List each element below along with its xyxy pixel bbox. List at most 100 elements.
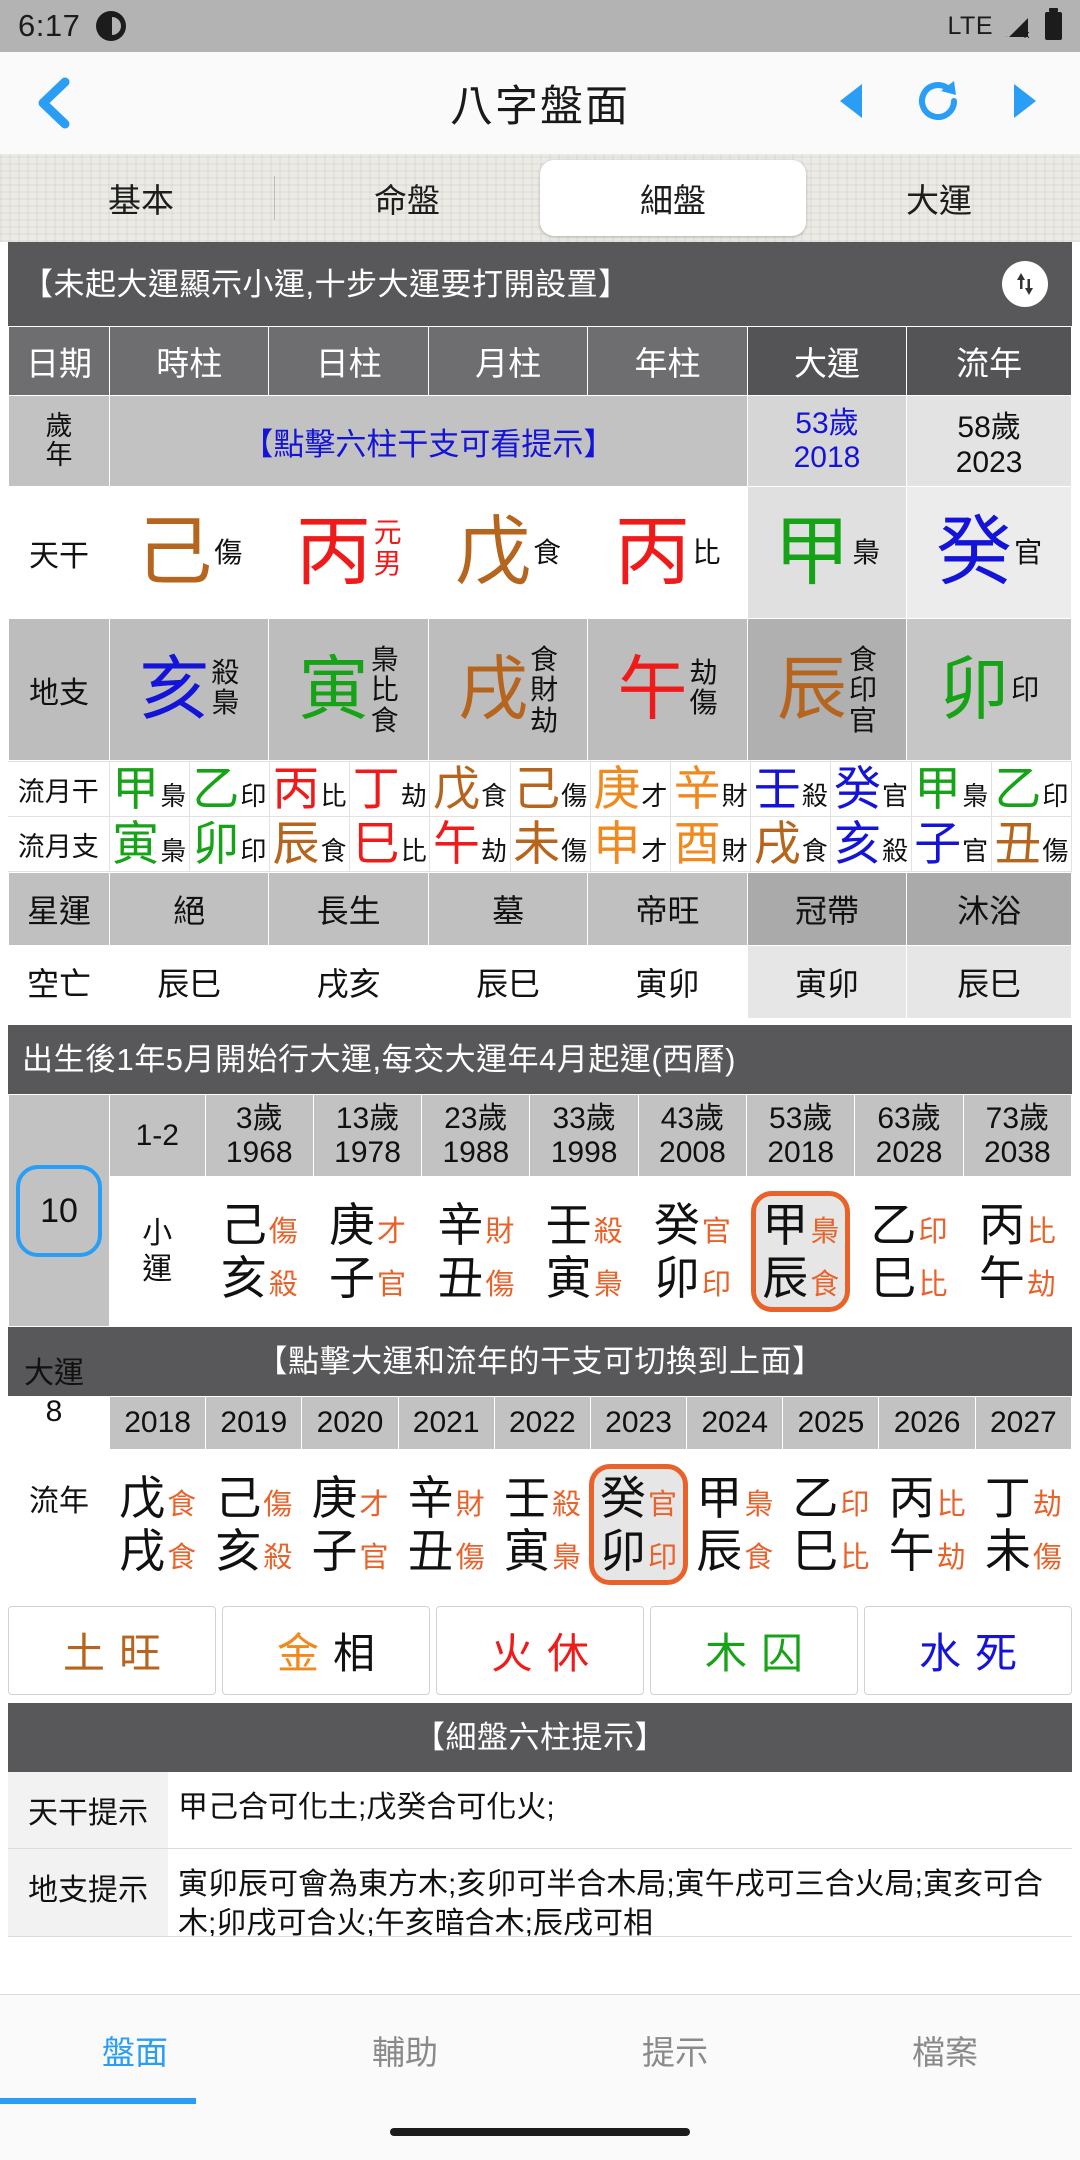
luck-ganzhi-cell[interactable]: 己傷 亥殺 — [204, 1176, 314, 1328]
month-branch-cell[interactable]: 子官 — [910, 816, 992, 872]
element-metal[interactable]: 金 相 — [222, 1606, 430, 1696]
branch-cell-liunian[interactable]: 卯 印 — [906, 618, 1072, 761]
luck-age-cell[interactable]: 63歲 2028 — [854, 1093, 964, 1178]
month-stem-cell[interactable]: 乙印 — [990, 761, 1073, 817]
fleeting-year-cell[interactable]: 2019 — [205, 1396, 303, 1451]
luck-age-cell[interactable]: 33歲 1998 — [529, 1093, 639, 1178]
luck-step-badge[interactable]: 10 — [16, 1164, 102, 1257]
tab-xipan[interactable]: 細盤 — [540, 160, 806, 236]
luck-age-cell[interactable]: 23歲 1988 — [421, 1093, 531, 1178]
month-stem-cell[interactable]: 甲梟 — [108, 761, 190, 817]
home-indicator[interactable] — [390, 2128, 690, 2136]
fleeting-year-cell[interactable]: 2023 — [589, 1396, 688, 1451]
luck-age-cell[interactable]: 3歲 1968 — [204, 1093, 314, 1178]
nav-item-dangan[interactable]: 檔案 — [810, 2026, 1080, 2074]
fy-ganzhi-cell[interactable]: 丙比 午劫 — [878, 1449, 976, 1601]
month-branch-cell[interactable]: 申才 — [589, 816, 671, 872]
month-branch-cell[interactable]: 巳比 — [349, 816, 431, 872]
fy-ganzhi-cell-selected[interactable]: 癸官 卯印 — [588, 1449, 689, 1601]
fy-ganzhi-cell[interactable]: 甲梟 辰食 — [686, 1449, 784, 1601]
month-branch-cell[interactable]: 寅梟 — [108, 816, 190, 872]
luck-ganzhi-cell[interactable]: 壬殺 寅梟 — [529, 1176, 639, 1328]
fy-ganzhi-cell[interactable]: 丁劫 未傷 — [974, 1449, 1073, 1601]
tab-jiben[interactable]: 基本 — [8, 160, 274, 236]
fleeting-year-cell[interactable]: 2018 — [108, 1396, 207, 1451]
branch-cell-year[interactable]: 午 劫傷 — [587, 618, 748, 761]
stem-cell-dayun[interactable]: 甲 梟 — [746, 486, 908, 619]
back-button[interactable] — [0, 76, 110, 130]
tab-mingpan[interactable]: 命盤 — [274, 160, 540, 236]
month-branch-cell[interactable]: 丑傷 — [990, 816, 1073, 872]
fleeting-year-cell[interactable]: 2024 — [686, 1396, 784, 1451]
month-branch-cell[interactable]: 戌食 — [750, 816, 832, 872]
month-stem-cell[interactable]: 甲梟 — [910, 761, 992, 817]
luck-age-cell[interactable]: 53歲 2018 — [746, 1093, 856, 1178]
luck-age-cell[interactable]: 13歲 1978 — [312, 1093, 423, 1178]
month-stem-cell[interactable]: 庚才 — [589, 761, 671, 817]
tap-hint-text[interactable]: 【點擊六柱干支可看提示】 — [108, 395, 748, 487]
nav-item-panmian[interactable]: 盤面 — [0, 2026, 270, 2074]
stem-cell-month[interactable]: 戊 食 — [427, 486, 589, 619]
month-stem-cell[interactable]: 戊食 — [429, 761, 511, 817]
fy-ganzhi-cell[interactable]: 壬殺 寅梟 — [493, 1449, 591, 1601]
luck-ganzhi-cell[interactable]: 庚才 子官 — [312, 1176, 423, 1328]
month-stem-cell[interactable]: 丁劫 — [349, 761, 431, 817]
luck-ganzhi-cell[interactable]: 乙印 巳比 — [854, 1176, 964, 1328]
month-branch-cell[interactable]: 亥殺 — [830, 816, 912, 872]
swap-vertical-icon[interactable] — [1002, 261, 1048, 307]
luck-ganzhi-cell[interactable]: 辛財 丑傷 — [421, 1176, 531, 1328]
month-branch-cell[interactable]: 卯印 — [188, 816, 270, 872]
hint-label: 地支提示 — [8, 1849, 168, 1937]
branch-cell-hour[interactable]: 亥 殺梟 — [108, 618, 270, 761]
refresh-button[interactable] — [914, 77, 962, 130]
luck-ganzhi-row: 小運 己傷 亥殺 庚才 子官 辛財 丑傷 壬殺 寅梟 癸官 卯印 甲梟 辰食 乙… — [9, 1176, 1073, 1328]
stem-cell-liunian[interactable]: 癸 官 — [906, 486, 1072, 619]
month-branch-cell[interactable]: 辰食 — [268, 816, 351, 872]
element-fire[interactable]: 火 休 — [436, 1606, 644, 1696]
stem-char: 丙 — [614, 507, 691, 597]
stem-cell-year[interactable]: 丙 比 — [587, 486, 748, 619]
tab-dayun[interactable]: 大運 — [806, 160, 1072, 236]
luck-step-badge-cell[interactable]: 10 — [8, 1093, 110, 1328]
month-stem-cell[interactable]: 辛財 — [669, 761, 752, 817]
month-branch-cell[interactable]: 未傷 — [509, 816, 591, 872]
next-button[interactable] — [1008, 81, 1040, 126]
element-wood[interactable]: 木 囚 — [650, 1606, 858, 1696]
selected-luck-highlight: 甲梟 辰食 — [751, 1191, 851, 1313]
fy-ganzhi-cell[interactable]: 己傷 亥殺 — [205, 1449, 303, 1601]
header-date: 日期 — [8, 326, 110, 396]
prev-button[interactable] — [836, 81, 868, 126]
element-water[interactable]: 水 死 — [864, 1606, 1072, 1696]
branch-cell-month[interactable]: 戌 食財劫 — [427, 618, 589, 761]
fleeting-year-cell[interactable]: 2026 — [878, 1396, 976, 1451]
month-stem-cell[interactable]: 丙比 — [268, 761, 351, 817]
month-stem-cell[interactable]: 癸官 — [830, 761, 912, 817]
luck-ganzhi-cell[interactable]: 癸官 卯印 — [637, 1176, 748, 1328]
branch-char: 辰 — [776, 648, 847, 731]
month-stem-cell[interactable]: 乙印 — [188, 761, 270, 817]
fleeting-year-cell[interactable]: 2025 — [782, 1396, 880, 1451]
luck-age-cell[interactable]: 73歲 2038 — [962, 1093, 1073, 1178]
fy-ganzhi-cell[interactable]: 戊食 戌食 — [108, 1449, 207, 1601]
fleeting-year-cell[interactable]: 2021 — [397, 1396, 495, 1451]
element-earth[interactable]: 土 旺 — [8, 1606, 216, 1696]
month-stem-cell[interactable]: 壬殺 — [750, 761, 832, 817]
branch-cell-day[interactable]: 寅 梟比食 — [268, 618, 429, 761]
month-stem-cell[interactable]: 己傷 — [509, 761, 591, 817]
month-branch-cell[interactable]: 酉財 — [669, 816, 752, 872]
nav-item-fuzhu[interactable]: 輔助 — [270, 2026, 540, 2074]
fy-ganzhi-cell[interactable]: 辛財 丑傷 — [397, 1449, 495, 1601]
luck-ganzhi-cell-selected[interactable]: 甲梟 辰食 — [746, 1176, 856, 1328]
nav-item-tishi[interactable]: 提示 — [540, 2026, 810, 2074]
branch-cell-dayun[interactable]: 辰 食印官 — [746, 618, 908, 761]
fleeting-year-cell[interactable]: 2027 — [974, 1396, 1073, 1451]
luck-ganzhi-cell[interactable]: 丙比 午劫 — [962, 1176, 1073, 1328]
fy-ganzhi-cell[interactable]: 乙印 巳比 — [782, 1449, 880, 1601]
fleeting-year-cell[interactable]: 2022 — [493, 1396, 591, 1451]
stem-cell-day[interactable]: 丙 元男 — [268, 486, 429, 619]
fy-ganzhi-cell[interactable]: 庚才 子官 — [301, 1449, 399, 1601]
luck-age-cell[interactable]: 43歲 2008 — [637, 1093, 748, 1178]
stem-cell-hour[interactable]: 己 傷 — [108, 486, 270, 619]
month-branch-cell[interactable]: 午劫 — [429, 816, 511, 872]
fleeting-year-cell[interactable]: 2020 — [301, 1396, 399, 1451]
